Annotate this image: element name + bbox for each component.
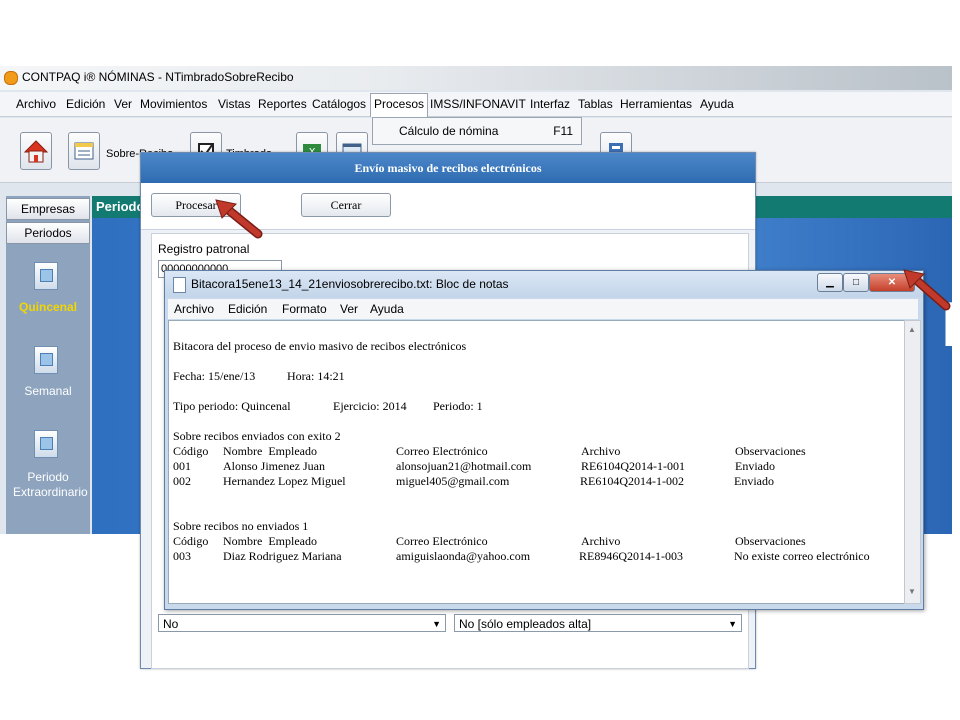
chevron-down-icon: ▼ — [432, 619, 441, 629]
notepad-icon — [173, 277, 186, 293]
notepad-title: Bitacora15ene13_14_21enviosobrerecibo.tx… — [191, 277, 509, 291]
log-cell: RE6104Q2014-1-001 — [581, 459, 685, 473]
log-col-observaciones: Observaciones — [735, 444, 806, 458]
menu-procesos[interactable]: Procesos — [370, 93, 429, 117]
nav-item-quincenal[interactable]: Quincenal — [6, 300, 90, 314]
menu-catalogos[interactable]: Catálogos — [312, 97, 366, 111]
np-menu-ayuda[interactable]: Ayuda — [370, 302, 404, 316]
log-cell: No existe correo electrónico — [734, 549, 870, 563]
dialog-title: Envío masivo de recibos electrónicos — [354, 161, 542, 175]
log-cell: 002 — [173, 474, 191, 488]
minimize-icon: ▁ — [826, 277, 834, 288]
np-menu-archivo[interactable]: Archivo — [174, 302, 214, 316]
menu-ayuda[interactable]: Ayuda — [700, 97, 734, 111]
log-col-codigo: Código — [173, 534, 209, 548]
log-hora: Hora: 14:21 — [287, 369, 345, 383]
annotation-arrow-icon — [215, 199, 263, 239]
nav-item-periodo-extraordinario[interactable]: Periodo Extraordinario — [13, 470, 88, 500]
log-cell: miguel405@gmail.com — [396, 474, 510, 488]
log-col-nombre: Nombre Empleado — [223, 444, 317, 458]
calendar-icon[interactable] — [34, 430, 58, 458]
option-combo-1[interactable]: No ▼ — [158, 614, 446, 632]
np-menu-formato[interactable]: Formato — [282, 302, 327, 316]
notepad-text-area[interactable]: Bitacora del proceso de envio masivo de … — [168, 320, 906, 604]
log-cell: alonsojuan21@hotmail.com — [396, 459, 532, 473]
menu-reportes[interactable]: Reportes — [258, 97, 307, 111]
calendar-icon[interactable] — [34, 346, 58, 374]
app-title: CONTPAQ i® NÓMINAS - NTimbradoSobreRecib… — [22, 70, 294, 84]
log-tipo-periodo: Tipo periodo: Quincenal — [173, 399, 291, 413]
maximize-button[interactable]: □ — [843, 273, 869, 292]
cerrar-button[interactable]: Cerrar — [301, 193, 391, 217]
log-cell: 003 — [173, 549, 191, 563]
log-cell: RE6104Q2014-1-002 — [580, 474, 684, 488]
tab-periodos[interactable]: Periodos — [6, 222, 90, 244]
option-combo-2[interactable]: No [sólo empleados alta] ▼ — [454, 614, 742, 632]
log-col-codigo: Código — [173, 444, 209, 458]
nav-item-semanal[interactable]: Semanal — [6, 384, 90, 398]
menu-tablas[interactable]: Tablas — [578, 97, 613, 111]
log-unsent-title: Sobre recibos no enviados 1 — [173, 519, 309, 533]
menu-movimientos[interactable]: Movimientos — [140, 97, 207, 111]
menu-ver[interactable]: Ver — [114, 97, 132, 111]
calendar-icon[interactable] — [34, 262, 58, 290]
shortcut-label: F11 — [553, 124, 573, 138]
notepad-window: Bitacora15ene13_14_21enviosobrerecibo.tx… — [164, 270, 924, 610]
home-icon — [23, 140, 49, 163]
menu-interfaz[interactable]: Interfaz — [530, 97, 570, 111]
log-periodo: Periodo: 1 — [433, 399, 483, 413]
log-col-correo: Correo Electrónico — [396, 444, 488, 458]
log-cell: Hernandez Lopez Miguel — [223, 474, 346, 488]
log-cell: 001 — [173, 459, 191, 473]
scroll-up-icon[interactable]: ▲ — [908, 325, 916, 334]
log-col-correo: Correo Electrónico — [396, 534, 488, 548]
log-cell: amiguislaonda@yahoo.com — [396, 549, 531, 563]
app-logo-icon — [4, 71, 18, 85]
tab-empresas[interactable]: Empresas — [6, 198, 90, 220]
dialog-titlebar: Envío masivo de recibos electrónicos — [141, 153, 755, 183]
minimize-button[interactable]: ▁ — [817, 273, 843, 292]
log-cell: Enviado — [735, 459, 775, 473]
home-button[interactable] — [20, 132, 52, 170]
menu-vistas[interactable]: Vistas — [218, 97, 250, 111]
menu-imss-infonavit[interactable]: IMSS/INFONAVIT — [430, 97, 526, 111]
np-menu-edicion[interactable]: Edición — [228, 302, 267, 316]
close-icon: ✕ — [887, 277, 897, 288]
log-fecha: Fecha: 15/ene/13 — [173, 369, 256, 383]
scroll-down-icon[interactable]: ▼ — [908, 587, 916, 596]
log-ejercicio: Ejercicio: 2014 — [333, 399, 407, 413]
log-sent-title: Sobre recibos enviados con exito 2 — [173, 429, 341, 443]
sobre-recibo-button[interactable] — [68, 132, 100, 170]
menu-calculo-nomina[interactable]: Cálculo de nómina — [399, 124, 498, 138]
notepad-menubar: Archivo Edición Formato Ver Ayuda — [168, 299, 918, 319]
app-titlebar: CONTPAQ i® NÓMINAS - NTimbradoSobreRecib… — [0, 66, 952, 90]
combo-2-value: No [sólo empleados alta] — [459, 617, 592, 631]
log-cell: RE8946Q2014-1-003 — [579, 549, 683, 563]
log-col-archivo: Archivo — [581, 444, 621, 458]
menu-edicion[interactable]: Edición — [66, 97, 105, 111]
receipt-icon — [74, 142, 94, 160]
log-heading: Bitacora del proceso de envio masivo de … — [173, 339, 467, 353]
annotation-arrow-icon — [903, 269, 951, 311]
log-cell: Diaz Rodriguez Mariana — [223, 549, 342, 563]
log-col-nombre: Nombre Empleado — [223, 534, 317, 548]
combo-1-value: No — [163, 617, 179, 631]
procesos-dropdown: Cálculo de nómina F11 — [372, 117, 582, 145]
log-col-observaciones: Observaciones — [735, 534, 806, 548]
menu-archivo[interactable]: Archivo — [16, 97, 56, 111]
log-cell: Enviado — [734, 474, 774, 488]
log-cell: Alonso Jimenez Juan — [223, 459, 325, 473]
menu-herramientas[interactable]: Herramientas — [620, 97, 692, 111]
notepad-titlebar: Bitacora15ene13_14_21enviosobrerecibo.tx… — [165, 271, 923, 297]
left-navigation: Empresas Periodos Quincenal Semanal Peri… — [6, 196, 90, 534]
vertical-scrollbar[interactable]: ▲ ▼ — [904, 320, 921, 604]
app-menubar: Archivo Edición Ver Movimientos Vistas R… — [0, 92, 952, 117]
registro-patronal-label: Registro patronal — [158, 242, 250, 256]
np-menu-ver[interactable]: Ver — [340, 302, 358, 316]
chevron-down-icon: ▼ — [728, 619, 737, 629]
maximize-icon: □ — [852, 277, 860, 288]
periodo-title: Periodo — [96, 199, 145, 214]
log-col-archivo: Archivo — [581, 534, 621, 548]
